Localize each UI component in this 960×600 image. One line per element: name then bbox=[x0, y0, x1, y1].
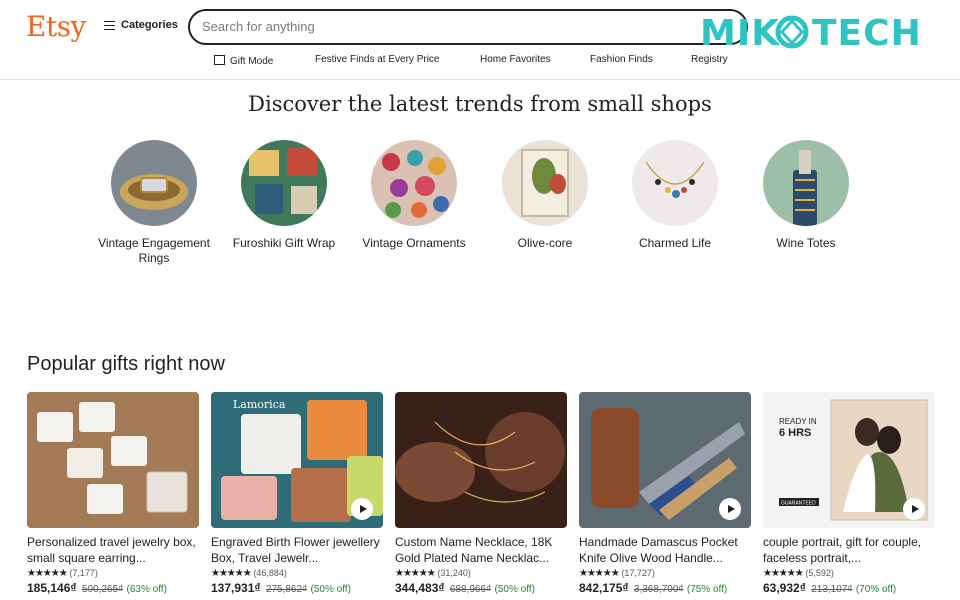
discount: (50% off) bbox=[494, 584, 535, 595]
product-card[interactable]: Handmade Damascus Pocket Knife Olive Woo… bbox=[579, 392, 751, 595]
price-now: 344,483₫ bbox=[395, 581, 445, 595]
trend-item-charmed-life[interactable]: Charmed Life bbox=[610, 140, 740, 251]
product-price: 63,932₫ 213,107₫ (70% off) bbox=[763, 581, 935, 595]
trend-label: Furoshiki Gift Wrap bbox=[232, 236, 336, 250]
trend-label: Olive-core bbox=[517, 236, 573, 250]
gift-icon bbox=[214, 55, 225, 65]
price-was: 275,862₫ bbox=[265, 584, 308, 595]
top-nav: Gift Mode Festive Finds at Every Price H… bbox=[0, 54, 960, 70]
star-rating-icon: ★★★★★ bbox=[763, 568, 804, 579]
product-image bbox=[395, 392, 567, 528]
product-card[interactable]: Custom Name Necklace, 18K Gold Plated Na… bbox=[395, 392, 567, 595]
play-video-icon[interactable] bbox=[351, 498, 373, 520]
product-title[interactable]: Custom Name Necklace, 18K Gold Plated Na… bbox=[395, 534, 567, 566]
star-rating-icon: ★★★★★ bbox=[211, 568, 252, 579]
menu-icon bbox=[104, 20, 115, 31]
product-rating: ★★★★★ (17,727) bbox=[579, 568, 751, 579]
review-count: (46,884) bbox=[253, 568, 287, 578]
review-count: (31,240) bbox=[437, 568, 471, 578]
star-rating-icon: ★★★★★ bbox=[395, 568, 436, 579]
svg-text:MIK: MIK bbox=[700, 13, 780, 52]
trend-item-olive-core[interactable]: Olive-core bbox=[480, 140, 610, 251]
product-card[interactable]: Lamorica Engraved Birth Flower jewellery… bbox=[211, 392, 383, 595]
trend-item-vintage-ornaments[interactable]: Vintage Ornaments bbox=[349, 140, 479, 251]
product-image: READY IN 6 HRS GUARANTEED bbox=[763, 392, 935, 528]
price-now: 842,175₫ bbox=[579, 581, 629, 595]
svg-text:TECH: TECH bbox=[812, 13, 922, 52]
price-was: 213,107₫ bbox=[811, 584, 853, 595]
trend-image bbox=[632, 140, 718, 226]
product-rating: ★★★★★ (31,240) bbox=[395, 568, 567, 579]
etsy-logo[interactable]: Etsy bbox=[26, 10, 86, 43]
trend-label: Wine Totes bbox=[776, 236, 836, 250]
product-image: Lamorica bbox=[211, 392, 383, 528]
miko-tech-watermark: MIK TECH bbox=[700, 13, 922, 52]
nav-registry[interactable]: Registry bbox=[691, 54, 728, 65]
image-caption: Lamorica bbox=[233, 398, 286, 411]
categories-button[interactable]: Categories bbox=[104, 19, 178, 31]
trend-label: Vintage Ornaments bbox=[362, 236, 466, 250]
trend-item-furoshiki-gift-wrap[interactable]: Furoshiki Gift Wrap bbox=[219, 140, 349, 251]
nav-festive-finds[interactable]: Festive Finds at Every Price bbox=[315, 54, 439, 65]
product-price: 185,146₫ 500,265₫ (63% off) bbox=[27, 581, 199, 595]
image-caption: GUARANTEED bbox=[781, 501, 816, 507]
product-image bbox=[579, 392, 751, 528]
trend-image bbox=[241, 140, 327, 226]
discount: (75% off) bbox=[686, 584, 728, 595]
price-was: 688,966₫ bbox=[449, 584, 492, 595]
price-was: 500,265₫ bbox=[81, 584, 124, 595]
product-price: 137,931₫ 275,862₫ (50% off) bbox=[211, 581, 383, 595]
search-input[interactable] bbox=[202, 19, 702, 34]
trend-item-wine-totes[interactable]: Wine Totes bbox=[741, 140, 871, 251]
price-now: 185,146₫ bbox=[27, 581, 77, 595]
review-count: (7,177) bbox=[69, 568, 98, 578]
nav-label: Gift Mode bbox=[230, 56, 274, 67]
star-rating-icon: ★★★★★ bbox=[579, 568, 620, 579]
discount: (70% off) bbox=[855, 584, 897, 595]
price-now: 137,931₫ bbox=[211, 581, 261, 595]
product-title[interactable]: Handmade Damascus Pocket Knife Olive Woo… bbox=[579, 534, 751, 566]
product-title[interactable]: Engraved Birth Flower jewellery Box, Tra… bbox=[211, 534, 383, 566]
header: Etsy Categories MIK TECH Gift Mode Festi… bbox=[0, 0, 960, 80]
watermark-logo: MIK TECH bbox=[700, 12, 940, 52]
trend-image bbox=[502, 140, 588, 226]
product-price: 842,175₫ 3,368,700₫ (75% off) bbox=[579, 581, 751, 595]
nav-gift-mode[interactable]: Gift Mode bbox=[214, 54, 273, 67]
nav-home-favorites[interactable]: Home Favorites bbox=[480, 54, 551, 65]
trend-image bbox=[111, 140, 197, 226]
product-rating: ★★★★★ (5,592) bbox=[763, 568, 935, 579]
product-rating: ★★★★★ (46,884) bbox=[211, 568, 383, 579]
product-price: 344,483₫ 688,966₫ (50% off) bbox=[395, 581, 567, 595]
price-was: 3,368,700₫ bbox=[633, 584, 684, 595]
popular-heading: Popular gifts right now bbox=[27, 353, 225, 375]
nav-fashion-finds[interactable]: Fashion Finds bbox=[590, 54, 653, 65]
trend-label: Charmed Life bbox=[638, 236, 712, 250]
product-rating: ★★★★★ (7,177) bbox=[27, 568, 199, 579]
trend-image bbox=[371, 140, 457, 226]
image-caption: 6 HRS bbox=[779, 427, 811, 439]
image-caption: READY IN bbox=[779, 417, 817, 426]
discount: (63% off) bbox=[126, 584, 167, 595]
categories-label: Categories bbox=[121, 19, 178, 31]
product-title[interactable]: Personalized travel jewelry box, small s… bbox=[27, 534, 199, 566]
search-bar[interactable] bbox=[188, 9, 748, 45]
trend-label: Vintage Engagement Rings bbox=[98, 236, 210, 265]
play-video-icon[interactable] bbox=[719, 498, 741, 520]
review-count: (17,727) bbox=[621, 568, 655, 578]
trend-image bbox=[763, 140, 849, 226]
product-card[interactable]: Personalized travel jewelry box, small s… bbox=[27, 392, 199, 595]
trend-item-vintage-engagement-rings[interactable]: Vintage Engagement Rings bbox=[89, 140, 219, 266]
product-image bbox=[27, 392, 199, 528]
star-rating-icon: ★★★★★ bbox=[27, 568, 68, 579]
price-now: 63,932₫ bbox=[763, 581, 806, 595]
trends-heading: Discover the latest trends from small sh… bbox=[248, 92, 712, 116]
product-card[interactable]: READY IN 6 HRS GUARANTEED couple portrai… bbox=[763, 392, 935, 595]
product-title[interactable]: couple portrait, gift for couple, facele… bbox=[763, 534, 935, 566]
discount: (50% off) bbox=[310, 584, 351, 595]
play-video-icon[interactable] bbox=[903, 498, 925, 520]
review-count: (5,592) bbox=[805, 568, 834, 578]
